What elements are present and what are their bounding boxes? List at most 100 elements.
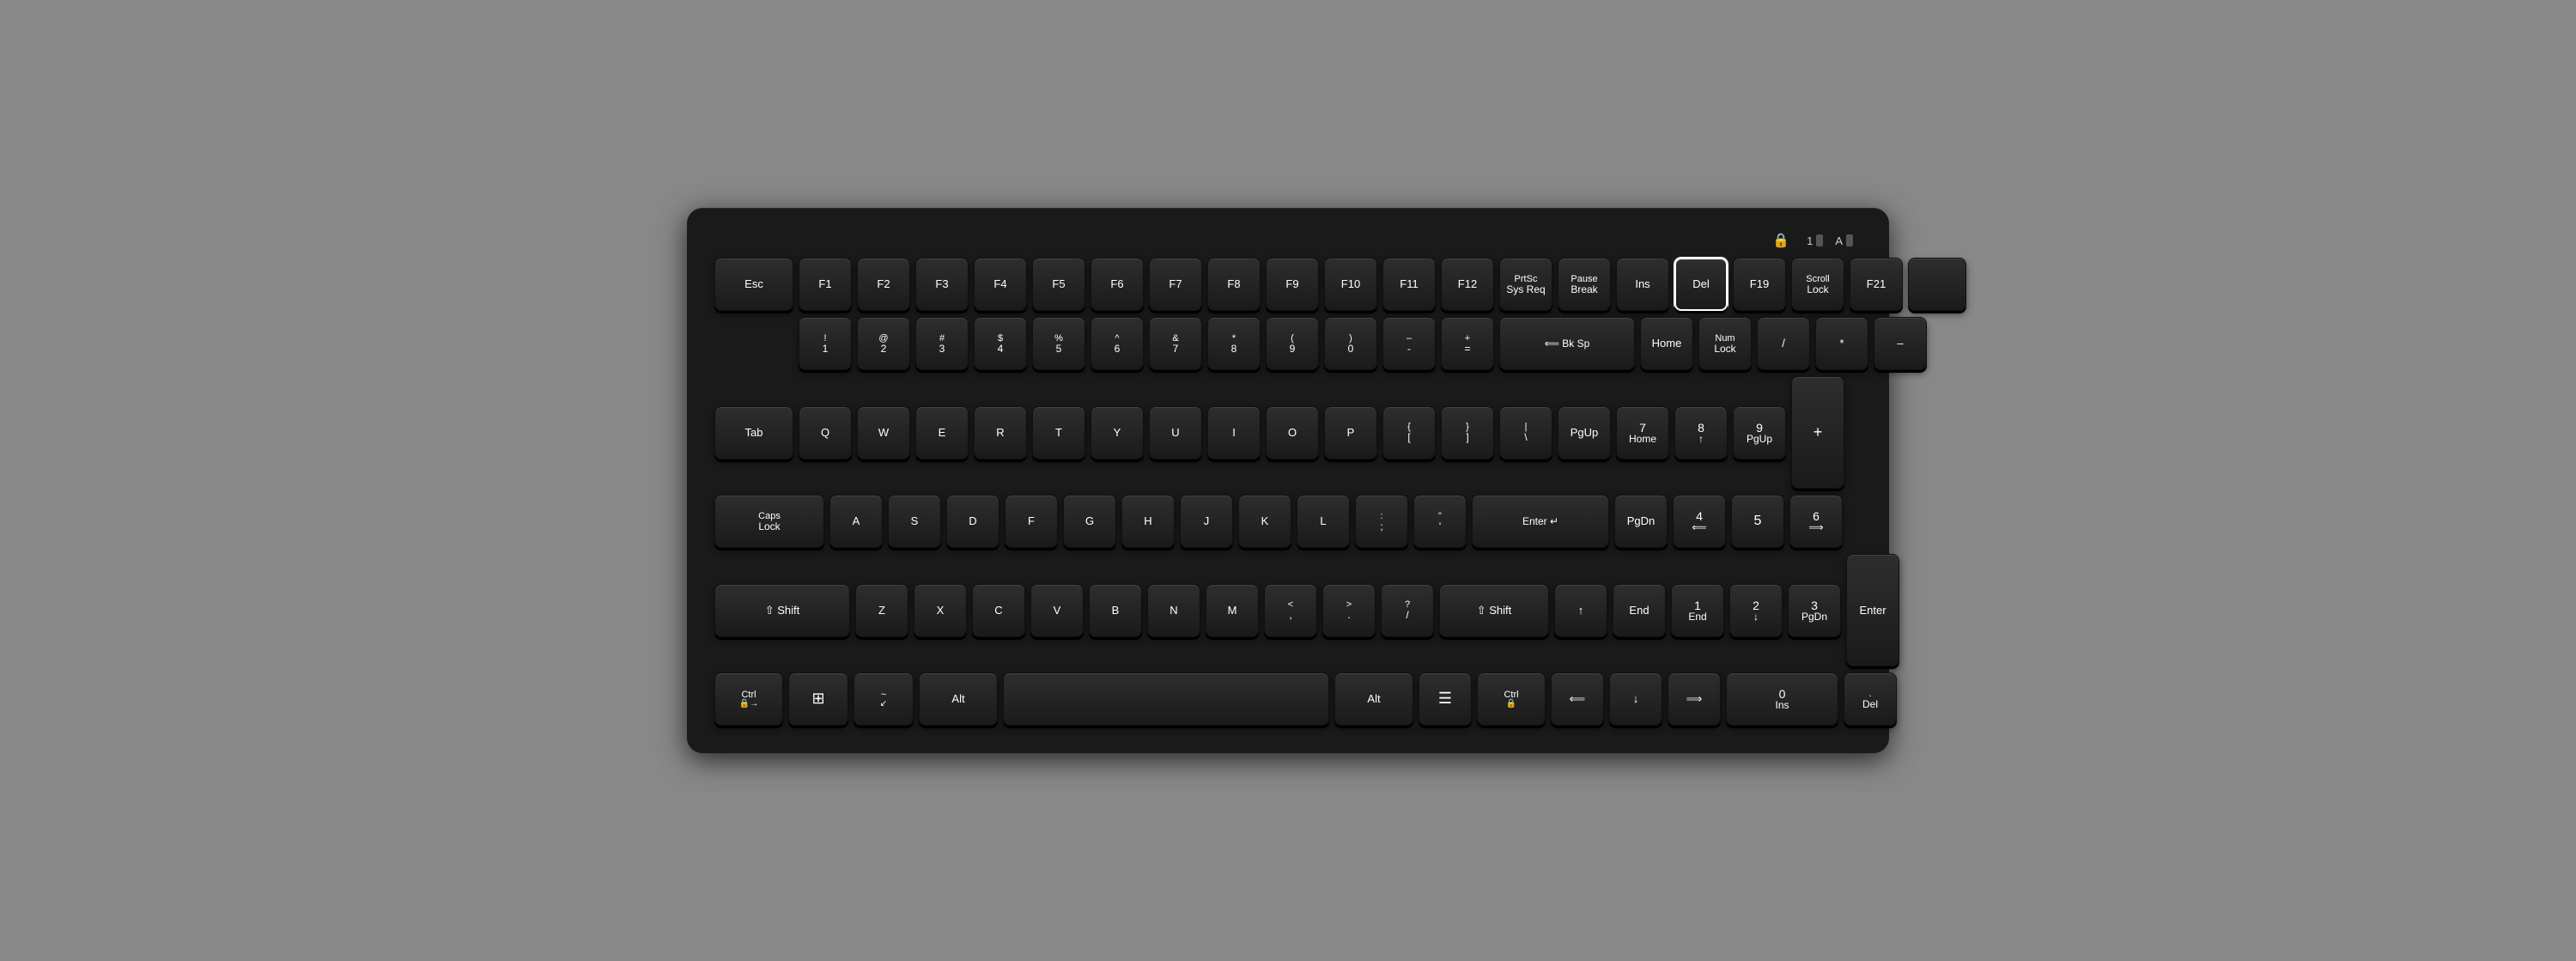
key-g[interactable]: G bbox=[1063, 495, 1116, 548]
key-f9[interactable]: F9 bbox=[1266, 258, 1319, 311]
key-down[interactable]: ↓ bbox=[1609, 672, 1662, 726]
key-unknown1[interactable] bbox=[1908, 258, 1966, 311]
key-f19[interactable]: F19 bbox=[1733, 258, 1786, 311]
key-0[interactable]: )0 bbox=[1324, 317, 1377, 370]
key-f3[interactable]: F3 bbox=[915, 258, 969, 311]
key-f5[interactable]: F5 bbox=[1032, 258, 1085, 311]
key-lshift[interactable]: ⇧ Shift bbox=[714, 584, 850, 637]
key-tilde[interactable]: ~↙ bbox=[854, 672, 914, 726]
key-ins[interactable]: Ins bbox=[1616, 258, 1669, 311]
key-f[interactable]: F bbox=[1005, 495, 1058, 548]
key-comma[interactable]: <, bbox=[1264, 584, 1317, 637]
key-left[interactable]: ⟸ bbox=[1551, 672, 1604, 726]
key-n[interactable]: N bbox=[1147, 584, 1200, 637]
key-tab[interactable]: Tab bbox=[714, 406, 793, 459]
key-up[interactable]: ↑ bbox=[1554, 584, 1607, 637]
key-numlock[interactable]: NumLock bbox=[1698, 317, 1752, 370]
key-f1[interactable]: F1 bbox=[799, 258, 852, 311]
key-j[interactable]: J bbox=[1180, 495, 1233, 548]
key-rctrl[interactable]: Ctrl🔒 bbox=[1477, 672, 1546, 726]
key-capslock[interactable]: CapsLock bbox=[714, 495, 824, 548]
key-right[interactable]: ⟹ bbox=[1668, 672, 1721, 726]
key-a[interactable]: A bbox=[829, 495, 883, 548]
key-f21[interactable]: F21 bbox=[1850, 258, 1903, 311]
key-num-slash[interactable]: / bbox=[1757, 317, 1810, 370]
key-rshift[interactable]: ⇧ Shift bbox=[1439, 584, 1549, 637]
key-lbracket[interactable]: {[ bbox=[1382, 406, 1436, 459]
key-f4[interactable]: F4 bbox=[974, 258, 1027, 311]
key-f6[interactable]: F6 bbox=[1091, 258, 1144, 311]
key-2[interactable]: @2 bbox=[857, 317, 910, 370]
key-r[interactable]: R bbox=[974, 406, 1027, 459]
key-4[interactable]: $4 bbox=[974, 317, 1027, 370]
key-f7[interactable]: F7 bbox=[1149, 258, 1202, 311]
key-i[interactable]: I bbox=[1207, 406, 1261, 459]
key-num-plus[interactable]: + bbox=[1791, 376, 1844, 489]
key-x[interactable]: X bbox=[914, 584, 967, 637]
key-pgdn[interactable]: PgDn bbox=[1614, 495, 1668, 548]
key-period[interactable]: >. bbox=[1322, 584, 1376, 637]
key-num3[interactable]: 3PgDn bbox=[1788, 584, 1841, 637]
key-semicolon[interactable]: :; bbox=[1355, 495, 1408, 548]
key-8[interactable]: *8 bbox=[1207, 317, 1261, 370]
key-backslash[interactable]: |\ bbox=[1499, 406, 1552, 459]
key-y[interactable]: Y bbox=[1091, 406, 1144, 459]
key-p[interactable]: P bbox=[1324, 406, 1377, 459]
key-num2[interactable]: 2↓ bbox=[1729, 584, 1783, 637]
key-del[interactable]: Del bbox=[1674, 258, 1728, 311]
key-num-star[interactable]: * bbox=[1815, 317, 1868, 370]
key-7[interactable]: &7 bbox=[1149, 317, 1202, 370]
key-lalt[interactable]: Alt bbox=[919, 672, 998, 726]
key-num6[interactable]: 6⟹ bbox=[1789, 495, 1843, 548]
key-f2[interactable]: F2 bbox=[857, 258, 910, 311]
key-rbracket[interactable]: }] bbox=[1441, 406, 1494, 459]
key-6[interactable]: ^6 bbox=[1091, 317, 1144, 370]
key-menu[interactable]: ☰ bbox=[1419, 672, 1472, 726]
key-win[interactable]: ⊞ bbox=[788, 672, 848, 726]
key-pgup[interactable]: PgUp bbox=[1558, 406, 1611, 459]
key-prtsc[interactable]: PrtScSys Req bbox=[1499, 258, 1552, 311]
key-num-enter[interactable]: Enter bbox=[1846, 554, 1899, 666]
key-w[interactable]: W bbox=[857, 406, 910, 459]
key-num9[interactable]: 9PgUp bbox=[1733, 406, 1786, 459]
key-z[interactable]: Z bbox=[855, 584, 908, 637]
key-v[interactable]: V bbox=[1030, 584, 1084, 637]
key-slash[interactable]: ?/ bbox=[1381, 584, 1434, 637]
key-f10[interactable]: F10 bbox=[1324, 258, 1377, 311]
key-ralt[interactable]: Alt bbox=[1334, 672, 1413, 726]
key-home[interactable]: Home bbox=[1640, 317, 1693, 370]
key-d[interactable]: D bbox=[946, 495, 999, 548]
key-1[interactable]: !1 bbox=[799, 317, 852, 370]
key-num4[interactable]: 4⟸ bbox=[1673, 495, 1726, 548]
key-l[interactable]: L bbox=[1297, 495, 1350, 548]
key-space[interactable] bbox=[1003, 672, 1329, 726]
key-end[interactable]: End bbox=[1613, 584, 1666, 637]
key-equals[interactable]: += bbox=[1441, 317, 1494, 370]
key-e[interactable]: E bbox=[915, 406, 969, 459]
key-num-del[interactable]: .Del bbox=[1844, 672, 1897, 726]
key-s[interactable]: S bbox=[888, 495, 941, 548]
key-k[interactable]: K bbox=[1238, 495, 1291, 548]
key-q[interactable]: Q bbox=[799, 406, 852, 459]
key-b[interactable]: B bbox=[1089, 584, 1142, 637]
key-num1[interactable]: 1End bbox=[1671, 584, 1724, 637]
key-num0[interactable]: 0Ins bbox=[1726, 672, 1838, 726]
key-scroll[interactable]: ScrollLock bbox=[1791, 258, 1844, 311]
key-num-minus[interactable]: – bbox=[1874, 317, 1927, 370]
key-lctrl[interactable]: Ctrl🔒→ bbox=[714, 672, 783, 726]
key-num8[interactable]: 8↑ bbox=[1674, 406, 1728, 459]
key-num7[interactable]: 7Home bbox=[1616, 406, 1669, 459]
key-c[interactable]: C bbox=[972, 584, 1025, 637]
key-f12[interactable]: F12 bbox=[1441, 258, 1494, 311]
key-t[interactable]: T bbox=[1032, 406, 1085, 459]
key-pause[interactable]: PauseBreak bbox=[1558, 258, 1611, 311]
key-num5[interactable]: 5 bbox=[1731, 495, 1784, 548]
key-enter[interactable]: Enter ↵ bbox=[1472, 495, 1609, 548]
key-f8[interactable]: F8 bbox=[1207, 258, 1261, 311]
key-m[interactable]: M bbox=[1206, 584, 1259, 637]
key-quote[interactable]: "' bbox=[1413, 495, 1467, 548]
key-u[interactable]: U bbox=[1149, 406, 1202, 459]
key-o[interactable]: O bbox=[1266, 406, 1319, 459]
key-f11[interactable]: F11 bbox=[1382, 258, 1436, 311]
key-3[interactable]: #3 bbox=[915, 317, 969, 370]
